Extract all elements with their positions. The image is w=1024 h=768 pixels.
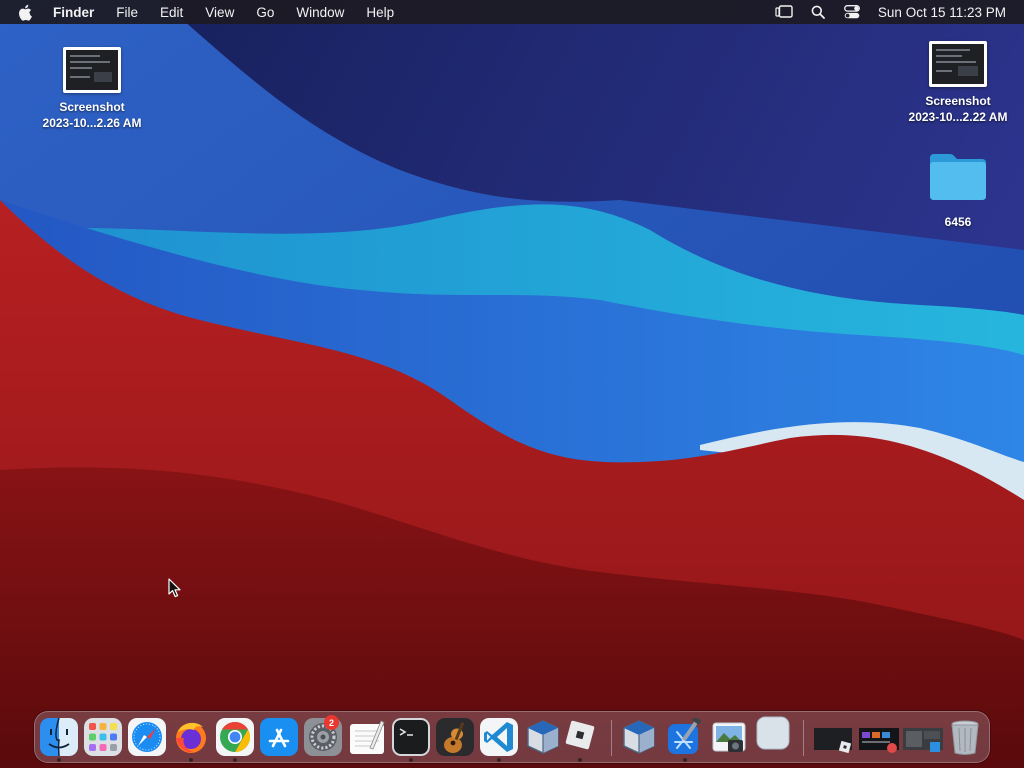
dock-virtualbox-icon[interactable] [524, 718, 562, 756]
menu-file[interactable]: File [116, 5, 138, 20]
running-indicator [233, 758, 237, 762]
dock-trash-icon[interactable] [946, 718, 984, 756]
running-indicator [683, 758, 687, 762]
dock-window-thumbnail-icon[interactable] [812, 718, 856, 756]
control-center-icon[interactable] [842, 2, 862, 22]
folder-icon [928, 150, 988, 202]
dock-chrome-icon[interactable] [216, 718, 254, 756]
screenshot-thumbnail-icon [929, 41, 987, 87]
menu-clock[interactable]: Sun Oct 15 11:23 PM [878, 5, 1006, 20]
menu-view[interactable]: View [205, 5, 234, 20]
desktop-icon-label: Screenshot 2023-10...2.26 AM [42, 100, 142, 130]
dock-safari-icon[interactable] [128, 718, 166, 756]
desktop-icon-label: 6456 [944, 215, 972, 229]
dock-blank-app-icon[interactable] [754, 714, 792, 752]
dock-textedit-icon[interactable] [348, 718, 386, 756]
menu-edit[interactable]: Edit [160, 5, 183, 20]
menu-window[interactable]: Window [296, 5, 344, 20]
dock-instruments-icon[interactable] [436, 718, 474, 756]
dock-divider [611, 720, 612, 756]
stage-manager-icon[interactable] [774, 2, 794, 22]
dock-launchpad-icon[interactable] [84, 718, 122, 756]
dock-virtualbox-vm-icon[interactable] [620, 718, 658, 756]
menu-go[interactable]: Go [256, 5, 274, 20]
running-indicator [578, 758, 582, 762]
notification-badge: 2 [324, 715, 339, 730]
desktop-icon-screenshot-222[interactable]: Screenshot 2023-10...2.22 AM [893, 41, 1023, 125]
menu-help[interactable]: Help [366, 5, 394, 20]
dock-vscode-icon[interactable] [480, 718, 518, 756]
running-indicator [57, 758, 61, 762]
screenshot-thumbnail-icon [63, 47, 121, 93]
dock-firefox-icon[interactable] [172, 718, 210, 756]
dock-window-thumbnail-icon[interactable] [902, 718, 944, 756]
dock-roblox-icon[interactable] [561, 716, 599, 754]
dock-preview-icon[interactable] [710, 718, 748, 756]
apple-menu-icon[interactable] [18, 3, 34, 21]
menu-app-name[interactable]: Finder [53, 5, 94, 20]
running-indicator [497, 758, 501, 762]
menu-bar: Finder File Edit View Go Window Help Sun… [0, 0, 1024, 24]
menu-extras: Sun Oct 15 11:23 PM [774, 0, 1024, 24]
dock-terminal-icon[interactable] [392, 718, 430, 756]
spotlight-search-icon[interactable] [808, 2, 828, 22]
dock-window-thumbnail-icon[interactable] [858, 718, 900, 756]
desktop-icon-folder-6456[interactable]: 6456 [893, 150, 1023, 230]
dock: 2 [34, 711, 990, 763]
dock-divider [803, 720, 804, 756]
running-indicator [189, 758, 193, 762]
dock-finder-icon[interactable] [40, 718, 78, 756]
mouse-cursor-icon [168, 578, 181, 598]
desktop-icon-label: Screenshot 2023-10...2.22 AM [908, 94, 1008, 124]
running-indicator [409, 758, 413, 762]
desktop-icon-screenshot-226[interactable]: Screenshot 2023-10...2.26 AM [27, 47, 157, 131]
dock-app-store-icon[interactable] [260, 718, 298, 756]
dock-xcode-icon[interactable] [666, 718, 704, 756]
